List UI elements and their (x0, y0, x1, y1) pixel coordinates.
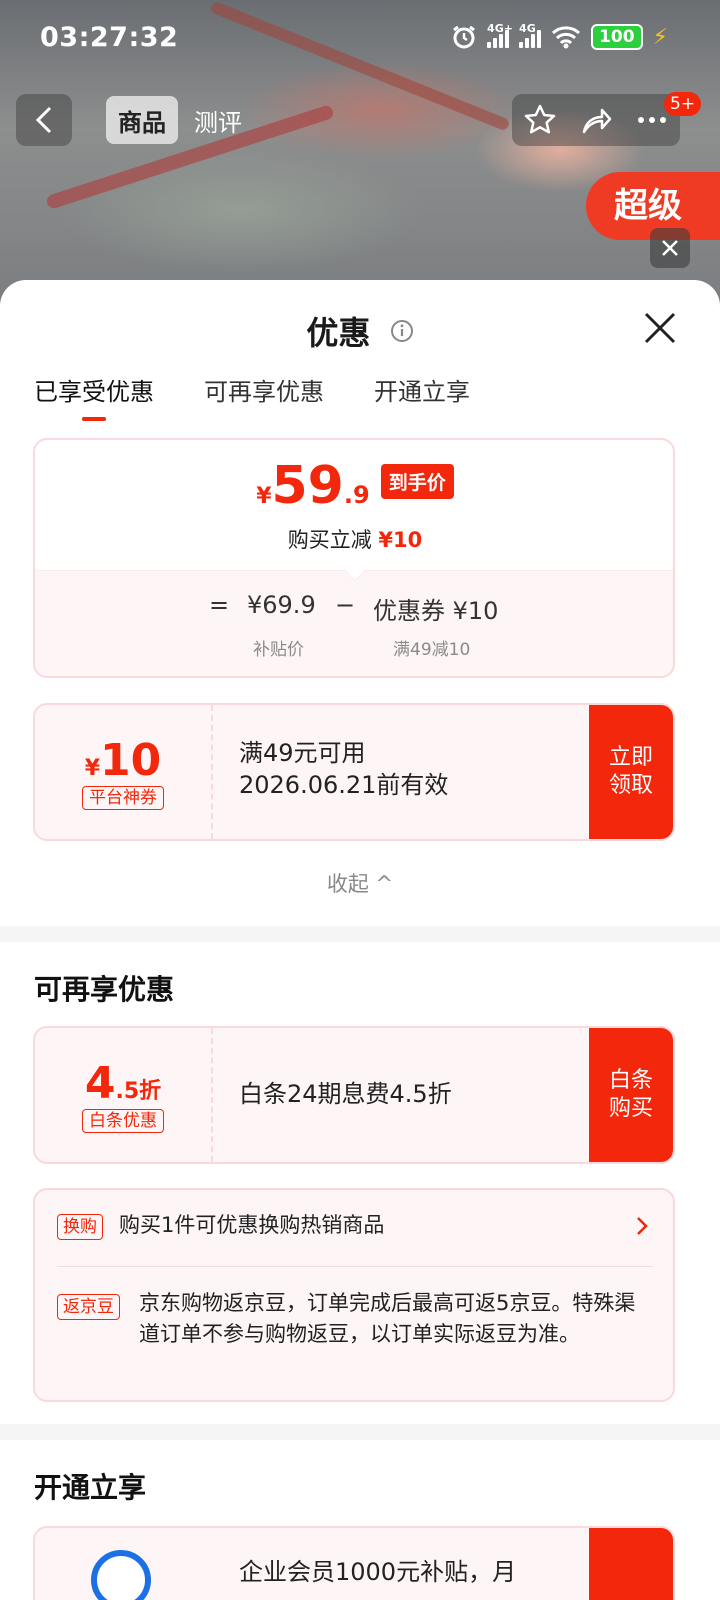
price-top: ¥59.9 到手价 购买立减 ¥10 (35, 440, 673, 570)
platform-coupon-card: ¥10 平台神券 满49元可用 2026.06.21前有效 立即 领取 (33, 703, 675, 841)
more-offers-title: 可再享优惠 (34, 973, 175, 1006)
price-breakdown: = ¥69.9 − 优惠券 ¥10 补贴价 满49减10 (35, 558, 673, 676)
membership-logo-icon (91, 1550, 151, 1600)
currency-symbol: ¥ (256, 484, 272, 509)
perks-card: 换购 购买1件可优惠换购热销商品 返京豆 京东购物返京豆，订单完成后最高可返5京… (33, 1188, 675, 1402)
price-card: ¥59.9 到手价 购买立减 ¥10 = ¥69.9 − 优惠券 ¥10 补贴价… (33, 438, 675, 678)
claim-coupon-button[interactable]: 立即 领取 (589, 705, 673, 839)
sheet-tabs: 已享受优惠 可再享优惠 开通立享 (34, 372, 470, 423)
discount-line: 购买立减 ¥10 (35, 524, 673, 554)
open-offers-title: 开通立享 (34, 1471, 147, 1504)
perk-tag-jingdou: 返京豆 (57, 1294, 120, 1320)
baitiao-card: 4.5折 白条优惠 白条24期息费4.5折 白条 购买 (33, 1026, 675, 1164)
coupon-currency: ¥ (84, 756, 101, 781)
back-button[interactable] (16, 94, 72, 146)
network-type-1: 4G+ (487, 22, 513, 35)
coupon-rule: 满49减10 (393, 640, 471, 660)
close-icon (662, 240, 678, 256)
perk-separator (57, 1266, 653, 1267)
status-bar: 03:27:32 4G+ 4G 100 ⚡ (0, 0, 720, 80)
discount-amount: ¥10 (378, 528, 423, 552)
discount-text: 购买立减 (287, 528, 372, 552)
baitiao-buy-button[interactable]: 白条 购买 (589, 1028, 673, 1162)
baitiao-value-block: 4.5折 白条优惠 (35, 1028, 213, 1162)
battery-indicator: 100 (591, 24, 643, 50)
chevron-right-icon[interactable] (635, 1214, 649, 1238)
membership-open-button[interactable] (589, 1528, 673, 1600)
baitiao-discount-unit: .5折 (115, 1079, 162, 1104)
sheet-title: 优惠 (0, 308, 720, 354)
info-icon[interactable] (390, 319, 414, 343)
signal-icon-2: 4G (519, 22, 542, 48)
final-price-tag: 到手价 (380, 464, 454, 499)
equals-sign: = (209, 591, 230, 619)
coupon-amount: ¥10 (35, 735, 211, 786)
star-icon[interactable] (522, 102, 558, 138)
wifi-icon (552, 26, 581, 49)
tab-product[interactable]: 商品 (106, 96, 178, 144)
baitiao-discount: 4.5折 (35, 1058, 211, 1109)
tab-enjoyed[interactable]: 已享受优惠 (34, 372, 154, 423)
sheet-close-button[interactable] (640, 308, 680, 348)
perk-tag-exchange: 换购 (57, 1214, 103, 1240)
perk-text-exchange[interactable]: 购买1件可优惠换购热销商品 (119, 1210, 384, 1241)
message-badge: 5+ (664, 92, 702, 116)
chevron-left-icon (35, 106, 52, 134)
network-type-2: 4G (519, 22, 536, 35)
tab-more[interactable]: 可再享优惠 (204, 372, 324, 423)
status-time: 03:27:32 (40, 22, 179, 53)
coupon-rule-text: 满49元可用 (239, 739, 366, 767)
signal-icon: 4G+ (487, 22, 513, 48)
section-divider-1 (0, 926, 720, 942)
subsidy-price: ¥69.9 (247, 591, 316, 619)
subsidy-label: 补贴价 (253, 640, 304, 660)
section-divider-2 (0, 1424, 720, 1440)
claim-coupon-label: 立即 领取 (608, 745, 653, 798)
perk-text-jingdou: 京东购物返京豆，订单完成后最高可返5京豆。特殊渠道订单不参与购物返豆，以订单实际… (139, 1291, 636, 1346)
charging-icon: ⚡ (652, 24, 668, 50)
top-nav-actions (512, 94, 680, 146)
sheet-title-text: 优惠 (306, 314, 371, 352)
promo-close-button[interactable] (650, 228, 690, 268)
tab-reviews[interactable]: 测评 (182, 96, 254, 144)
alarm-icon (453, 25, 475, 49)
coupon-type-label: 平台神券 (82, 786, 164, 810)
top-nav-tabs: 商品 测评 (106, 96, 254, 144)
membership-text: 企业会员1000元补贴，月 (239, 1558, 517, 1586)
discount-sheet: 优惠 已享受优惠 可再享优惠 开通立享 ¥59.9 到手价 购买立减 ¥10 =… (0, 280, 720, 1600)
collapse-label: 收起 ^ (326, 872, 394, 896)
price-int: 59 (271, 456, 344, 516)
membership-card: 企业会员1000元补贴，月 (33, 1526, 675, 1600)
share-icon[interactable] (578, 102, 614, 138)
coupon-value: 10 (100, 735, 162, 786)
status-icons: 4G+ 4G 100 ⚡ (451, 22, 668, 50)
final-price: ¥59.9 到手价 (35, 456, 673, 516)
coupon-deduction: 优惠券 ¥10 (373, 597, 499, 625)
baitiao-desc: 白条24期息费4.5折 (239, 1080, 452, 1108)
tab-open[interactable]: 开通立享 (374, 372, 470, 423)
minus-sign: − (335, 591, 356, 619)
coupon-validity: 2026.06.21前有效 (239, 771, 449, 799)
baitiao-discount-value: 4 (84, 1058, 116, 1109)
coupon-details: 满49元可用 2026.06.21前有效 (239, 737, 448, 801)
baitiao-buy-label: 白条 购买 (608, 1068, 653, 1121)
collapse-toggle[interactable]: 收起 ^ (0, 868, 720, 898)
baitiao-label: 白条优惠 (82, 1109, 164, 1133)
price-dec: .9 (343, 481, 370, 509)
coupon-value-block: ¥10 平台神券 (35, 705, 213, 839)
